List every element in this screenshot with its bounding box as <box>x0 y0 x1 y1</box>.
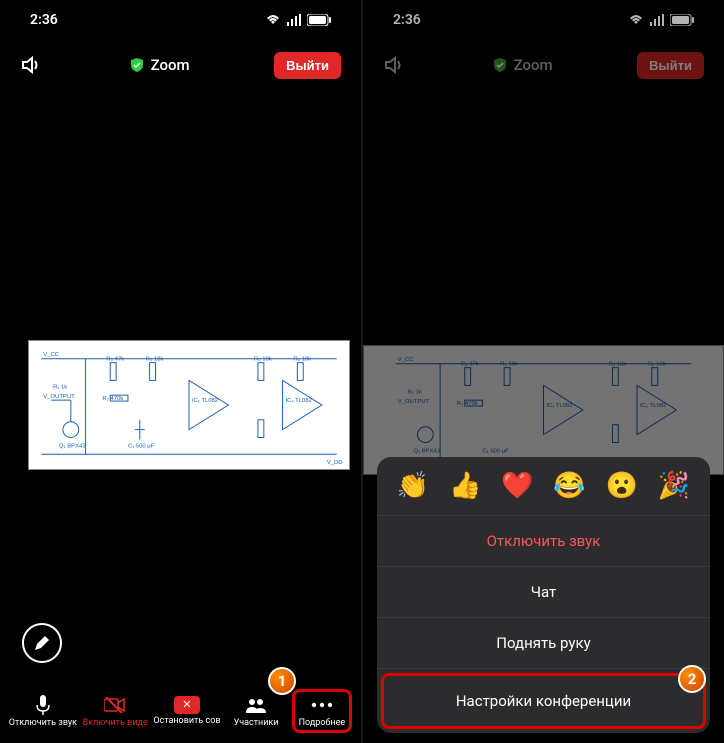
leave-button[interactable]: Выйти <box>637 52 704 79</box>
more-label: Подробнее <box>299 718 346 728</box>
svg-text:R₃ 47k: R₃ 47k <box>106 357 124 363</box>
svg-text:R₄ 18k: R₄ 18k <box>500 362 518 368</box>
reactions-row: 👏 👍 ❤️ 😂 😮 🎉 <box>377 457 710 516</box>
app-title-label: Zoom <box>514 56 553 74</box>
annotate-button[interactable] <box>22 623 62 663</box>
svg-text:IC₂ TL082: IC₂ TL082 <box>285 398 311 404</box>
signal-icon <box>650 14 664 26</box>
shield-icon <box>492 57 508 73</box>
app-title[interactable]: Zoom <box>129 56 190 74</box>
battery-icon <box>307 14 331 26</box>
wifi-icon <box>265 14 281 26</box>
app-title[interactable]: Zoom <box>492 56 553 74</box>
svg-text:R₂ 470k: R₂ 470k <box>102 396 123 402</box>
menu-mute[interactable]: Отключить звук <box>377 516 710 567</box>
svg-text:C₁ 500 μF: C₁ 500 μF <box>128 443 155 449</box>
shield-icon <box>129 57 145 73</box>
svg-text:R₁ 1k: R₁ 1k <box>408 389 422 395</box>
step-badge-1: 1 <box>268 667 296 695</box>
reaction-laugh[interactable]: 😂 <box>553 471 585 501</box>
svg-text:R₆ 10k: R₆ 10k <box>293 357 311 363</box>
reaction-heart[interactable]: ❤️ <box>501 471 533 501</box>
svg-text:V_CC: V_CC <box>398 357 414 363</box>
menu-raise-hand[interactable]: Поднять руку <box>377 618 710 669</box>
stop-share-button[interactable]: Остановить сов <box>153 696 220 726</box>
svg-text:R₄ 18k: R₄ 18k <box>146 357 164 363</box>
svg-text:IC₁ TL082: IC₁ TL082 <box>192 398 218 404</box>
video-area: V_CC V_OUTPUT V_DD R₁ 1k R₂ 470k R₃ 47k … <box>0 90 361 743</box>
circuit-diagram: V_CC V_OUTPUT V_DD R₁ 1k R₂ 470k R₃ 47k … <box>364 346 723 474</box>
bottom-toolbar: Отключить звук Включить виде Остановить … <box>0 679 361 743</box>
more-button[interactable]: Подробнее <box>292 689 353 733</box>
svg-text:Q₁ BPX43: Q₁ BPX43 <box>414 448 441 454</box>
reaction-clap[interactable]: 👏 <box>397 471 429 501</box>
svg-text:C₁ 500 μF: C₁ 500 μF <box>482 448 509 454</box>
pencil-icon <box>33 634 51 652</box>
svg-text:R₃ 47k: R₃ 47k <box>461 362 479 368</box>
mic-icon <box>35 695 51 715</box>
phone-screen-left: 2:36 Zoom Выйти <box>0 0 361 743</box>
status-icons <box>265 14 331 26</box>
video-label: Включить виде <box>83 718 148 728</box>
menu-meeting-settings[interactable]: Настройки конференции <box>381 673 706 729</box>
status-time: 2:36 <box>30 12 58 28</box>
circuit-diagram: V_CC V_OUTPUT V_DD R₁ 1k R₂ 470k R₃ 47k … <box>29 341 349 469</box>
more-menu-panel: 👏 👍 ❤️ 😂 😮 🎉 Отключить звук Чат Поднять … <box>377 457 710 733</box>
participants-label: Участники <box>234 718 279 728</box>
svg-text:R₆ 10k: R₆ 10k <box>648 362 666 368</box>
video-area: V_CC V_OUTPUT V_DD R₁ 1k R₂ 470k R₃ 47k … <box>363 90 724 743</box>
top-bar: Zoom Выйти <box>0 40 361 90</box>
signal-icon <box>287 14 301 26</box>
reaction-party[interactable]: 🎉 <box>658 471 690 501</box>
leave-button[interactable]: Выйти <box>274 52 341 79</box>
svg-text:R₁ 1k: R₁ 1k <box>53 384 67 390</box>
svg-text:Q₁ BPX43: Q₁ BPX43 <box>59 443 86 449</box>
video-off-icon <box>104 697 126 713</box>
reaction-thumbs-up[interactable]: 👍 <box>449 471 481 501</box>
svg-text:V_OUTPUT: V_OUTPUT <box>43 394 75 400</box>
svg-text:IC₁ TL082: IC₁ TL082 <box>546 403 572 409</box>
participants-icon <box>245 697 267 713</box>
reaction-wow[interactable]: 😮 <box>606 471 638 501</box>
shared-content[interactable]: V_CC V_OUTPUT V_DD R₁ 1k R₂ 470k R₃ 47k … <box>28 340 350 470</box>
wifi-icon <box>628 14 644 26</box>
shared-content: V_CC V_OUTPUT V_DD R₁ 1k R₂ 470k R₃ 47k … <box>363 345 724 475</box>
status-time: 2:36 <box>393 12 421 28</box>
more-icon <box>311 702 333 708</box>
menu-chat[interactable]: Чат <box>377 567 710 618</box>
step-badge-2: 2 <box>678 665 706 693</box>
top-bar: Zoom Выйти <box>363 40 724 90</box>
video-button[interactable]: Включить виде <box>83 694 148 728</box>
status-bar: 2:36 <box>363 0 724 40</box>
battery-icon <box>670 14 694 26</box>
svg-text:R₂ 470k: R₂ 470k <box>457 401 478 407</box>
stop-share-icon <box>174 696 200 714</box>
speaker-icon[interactable] <box>20 53 44 77</box>
speaker-icon[interactable] <box>383 53 407 77</box>
phone-screen-right: 2:36 Zoom Выйти <box>363 0 724 743</box>
mute-label: Отключить звук <box>9 718 77 728</box>
status-bar: 2:36 <box>0 0 361 40</box>
svg-text:R₅ 10k: R₅ 10k <box>254 357 272 363</box>
svg-text:V_DD: V_DD <box>327 460 343 466</box>
app-title-label: Zoom <box>151 56 190 74</box>
share-label: Остановить сов <box>153 716 220 726</box>
svg-text:V_OUTPUT: V_OUTPUT <box>398 399 430 405</box>
svg-text:V_CC: V_CC <box>43 352 59 358</box>
status-icons <box>628 14 694 26</box>
participants-button[interactable]: Участники <box>226 694 286 728</box>
svg-text:IC₂ TL082: IC₂ TL082 <box>640 403 666 409</box>
svg-text:R₅ 10k: R₅ 10k <box>608 362 626 368</box>
mute-button[interactable]: Отключить звук <box>9 694 77 728</box>
